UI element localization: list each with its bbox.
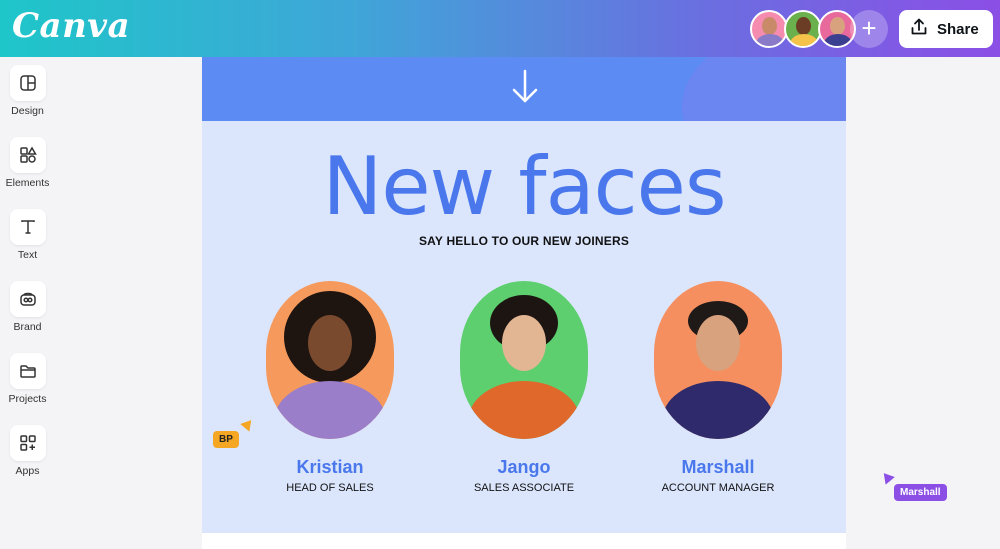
design-canvas-page[interactable]: New faces SAY HELLO TO OUR NEW JOINERS K… xyxy=(202,57,846,533)
next-page-edge[interactable] xyxy=(202,533,846,549)
person-photo[interactable] xyxy=(266,281,394,439)
apps-icon xyxy=(9,425,46,461)
arrow-down-icon xyxy=(509,67,541,112)
text-icon xyxy=(9,209,46,245)
left-sidebar: Design Elements Text Brand Projects Apps xyxy=(0,57,55,549)
sidebar-item-label: Brand xyxy=(13,321,42,333)
sidebar-item-label: Projects xyxy=(8,393,47,405)
person-name[interactable]: Kristian xyxy=(250,457,410,478)
top-bar: Canva + Share xyxy=(0,0,1000,57)
sidebar-item-elements[interactable]: Elements xyxy=(0,137,55,189)
sidebar-item-label: Text xyxy=(17,249,38,261)
sidebar-item-text[interactable]: Text xyxy=(0,209,55,261)
person-name[interactable]: Jango xyxy=(444,457,604,478)
person-card[interactable]: Jango SALES ASSOCIATE xyxy=(444,281,604,494)
person-name[interactable]: Marshall xyxy=(638,457,798,478)
add-collaborator-button[interactable]: + xyxy=(850,10,888,48)
sidebar-item-label: Design xyxy=(11,105,44,117)
folder-icon xyxy=(9,353,46,389)
collaborator-cursor-tag: Marshall xyxy=(894,484,947,501)
collaborator-avatar-2[interactable] xyxy=(784,10,822,48)
person-role[interactable]: SALES ASSOCIATE xyxy=(444,482,604,494)
share-icon xyxy=(909,17,929,42)
collaborator-avatars: + xyxy=(750,10,890,48)
person-role[interactable]: HEAD OF SALES xyxy=(250,482,410,494)
person-photo[interactable] xyxy=(654,281,782,439)
subheadline-text[interactable]: SAY HELLO TO OUR NEW JOINERS xyxy=(202,234,846,248)
person-photo[interactable] xyxy=(460,281,588,439)
page-header-band xyxy=(202,57,846,121)
sidebar-item-brand[interactable]: Brand xyxy=(0,281,55,333)
person-card[interactable]: Marshall ACCOUNT MANAGER xyxy=(638,281,798,494)
elements-icon xyxy=(9,137,46,173)
brand-icon xyxy=(9,281,46,317)
sidebar-item-projects[interactable]: Projects xyxy=(0,353,55,405)
collaborator-avatar-1[interactable] xyxy=(750,10,788,48)
sidebar-item-apps[interactable]: Apps xyxy=(0,425,55,477)
person-card[interactable]: Kristian HEAD OF SALES xyxy=(250,281,410,494)
cursor-pointer-icon xyxy=(879,469,895,485)
share-label: Share xyxy=(937,20,979,38)
collaborator-cursor-tag: BP xyxy=(213,431,239,448)
design-icon xyxy=(9,65,46,101)
headline-text[interactable]: New faces xyxy=(202,137,846,237)
share-button[interactable]: Share xyxy=(899,10,993,48)
sidebar-item-label: Elements xyxy=(5,177,50,189)
sidebar-item-design[interactable]: Design xyxy=(0,65,55,117)
canva-logo[interactable]: Canva xyxy=(12,6,130,46)
sidebar-item-label: Apps xyxy=(15,465,40,477)
person-role[interactable]: ACCOUNT MANAGER xyxy=(638,482,798,494)
